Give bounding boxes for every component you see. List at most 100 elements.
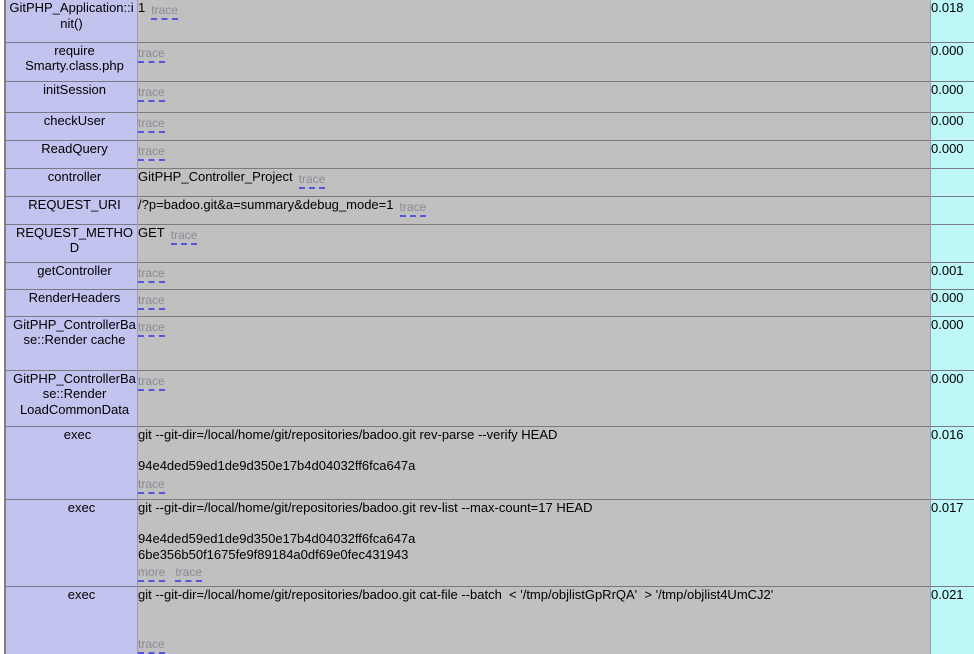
profiler-table: GitPHP_Application::init() 1 trace 0.018 req… [4, 0, 974, 654]
table-row: RenderHeaders trace 0.000 [5, 288, 974, 316]
trace-link[interactable]: trace [138, 320, 165, 337]
row-detail-cell: trace [137, 315, 931, 370]
row-links: trace [138, 84, 930, 102]
row-links: trace [138, 143, 930, 161]
row-label: GitPHP_Application::init() [9, 0, 134, 31]
row-time-cell [930, 223, 974, 262]
row-time-cell: 0.000 [930, 369, 974, 426]
row-label-cell: initSession [5, 80, 138, 112]
row-label-cell: RenderHeaders [5, 288, 138, 316]
row-links: trace [138, 45, 930, 63]
trace-link[interactable]: trace [399, 200, 427, 217]
row-detail-cell: trace [137, 111, 931, 140]
row-label: exec [67, 499, 96, 515]
row-time-cell: 0.000 [930, 288, 974, 316]
row-links: trace [138, 373, 930, 391]
row-label-cell: GitPHP_ControllerBase::Render LoadCommon… [5, 369, 138, 426]
row-time-cell: 0.000 [930, 315, 974, 370]
trace-link[interactable]: trace [175, 566, 203, 582]
row-label-cell: checkUser [5, 111, 138, 140]
exec-command: git --git-dir=/local/home/git/repositori… [138, 586, 774, 602]
exec-command: git --git-dir=/local/home/git/repositori… [138, 426, 558, 442]
table-row: GitPHP_ControllerBase::Render cache trace… [5, 315, 974, 370]
row-label-cell: getController [5, 261, 138, 289]
trace-link[interactable]: trace [138, 116, 165, 133]
row-label: getController [37, 262, 112, 278]
table-row: getController trace 0.001 [5, 261, 974, 289]
exec-output-spacer [138, 618, 930, 634]
row-label-cell: exec [5, 498, 138, 586]
row-detail-cell: trace [137, 369, 931, 426]
row-links: trace [138, 319, 930, 337]
row-label: REQUEST_METHOD [15, 224, 133, 256]
trace-link[interactable]: trace [138, 637, 165, 654]
table-row: checkUser trace 0.000 [5, 111, 974, 140]
trace-link[interactable]: trace [151, 4, 178, 20]
row-label-cell: require Smarty.class.php [5, 41, 138, 81]
trace-link[interactable]: trace [138, 85, 165, 102]
row-time-cell: 0.001 [930, 261, 974, 289]
row-time-cell: 0.017 [930, 498, 974, 586]
row-label: initSession [43, 81, 106, 97]
row-time-cell: 0.016 [930, 425, 974, 499]
row-value: GET [138, 224, 165, 240]
row-links: trace [138, 636, 930, 654]
row-label: REQUEST_URI [28, 196, 121, 212]
row-detail-cell: git --git-dir=/local/home/git/repositori… [137, 498, 931, 586]
table-row: exec git --git-dir=/local/home/git/reposi… [5, 585, 974, 654]
row-value-line: GitPHP_Controller_Project trace [138, 168, 930, 189]
row-detail-cell: trace [137, 261, 931, 289]
row-time-cell [930, 195, 974, 224]
trace-link[interactable]: trace [298, 172, 326, 189]
row-label-cell: exec [5, 425, 138, 499]
more-link[interactable]: more [138, 566, 166, 582]
row-detail-cell: /?p=badoo.git&a=summary&debug_mode=1 trac… [137, 195, 931, 224]
profiler-table-body: GitPHP_Application::init() 1 trace 0.018 req… [5, 0, 974, 654]
row-detail-cell: trace [137, 41, 931, 81]
table-row: controller GitPHP_Controller_Project trace [5, 167, 974, 196]
row-detail-cell: 1 trace [137, 0, 931, 42]
row-value: GitPHP_Controller_Project [138, 168, 293, 184]
trace-link[interactable]: trace [138, 144, 165, 161]
row-label: checkUser [43, 112, 106, 128]
trace-link[interactable]: trace [138, 46, 165, 63]
row-label-cell: REQUEST_URI [5, 195, 138, 224]
row-label: GitPHP_ControllerBase::Render cache [13, 316, 136, 348]
table-row: REQUEST_URI /?p=badoo.git&a=summary&debug… [5, 195, 974, 224]
table-row: ReadQuery trace 0.000 [5, 139, 974, 168]
row-value-line: GET trace [138, 224, 930, 245]
exec-output: 94e4ded59ed1de9d350e17b4d04032ff6fca647a [138, 458, 416, 473]
exec-output: 94e4ded59ed1de9d350e17b4d04032ff6fca647a… [138, 531, 416, 562]
row-label-cell: REQUEST_METHOD [5, 223, 138, 262]
row-time-cell: 0.000 [930, 111, 974, 140]
trace-link[interactable]: trace [138, 293, 165, 310]
row-detail-cell: git --git-dir=/local/home/git/repositori… [137, 425, 931, 499]
trace-link[interactable]: trace [138, 477, 165, 494]
trace-link[interactable]: trace [138, 374, 165, 391]
row-detail-cell: git --git-dir=/local/home/git/repositori… [137, 585, 931, 654]
row-detail-cell: trace [137, 288, 931, 316]
table-row: GitPHP_Application::init() 1 trace 0.018 [5, 0, 974, 42]
row-time-cell: 0.000 [930, 41, 974, 81]
row-links: trace [138, 265, 930, 283]
row-time-cell: 0.000 [930, 139, 974, 168]
row-links: trace [138, 115, 930, 133]
trace-link[interactable]: trace [170, 228, 198, 245]
trace-link[interactable]: trace [138, 266, 165, 283]
row-label-cell: exec [5, 585, 138, 654]
row-label-cell: GitPHP_ControllerBase::Render cache [5, 315, 138, 370]
debug-profiler-panel: GitPHP_Application::init() 1 trace 0.018 req… [0, 0, 974, 654]
row-links: trace [138, 476, 930, 494]
exec-command: git --git-dir=/local/home/git/repositori… [138, 499, 593, 515]
row-label-cell: ReadQuery [5, 139, 138, 168]
table-row: exec git --git-dir=/local/home/git/reposi… [5, 425, 974, 499]
row-value-line: /?p=badoo.git&a=summary&debug_mode=1 trac… [138, 197, 930, 217]
table-row: initSession trace 0.000 [5, 80, 974, 112]
row-label: ReadQuery [41, 140, 108, 156]
row-links: more trace [138, 564, 930, 582]
table-row: GitPHP_ControllerBase::Render LoadCommon… [5, 369, 974, 426]
row-detail-cell: GET trace [137, 223, 931, 262]
row-time-cell: 0.018 [930, 0, 974, 42]
row-value: 1 [138, 0, 146, 15]
row-label: controller [47, 168, 102, 184]
